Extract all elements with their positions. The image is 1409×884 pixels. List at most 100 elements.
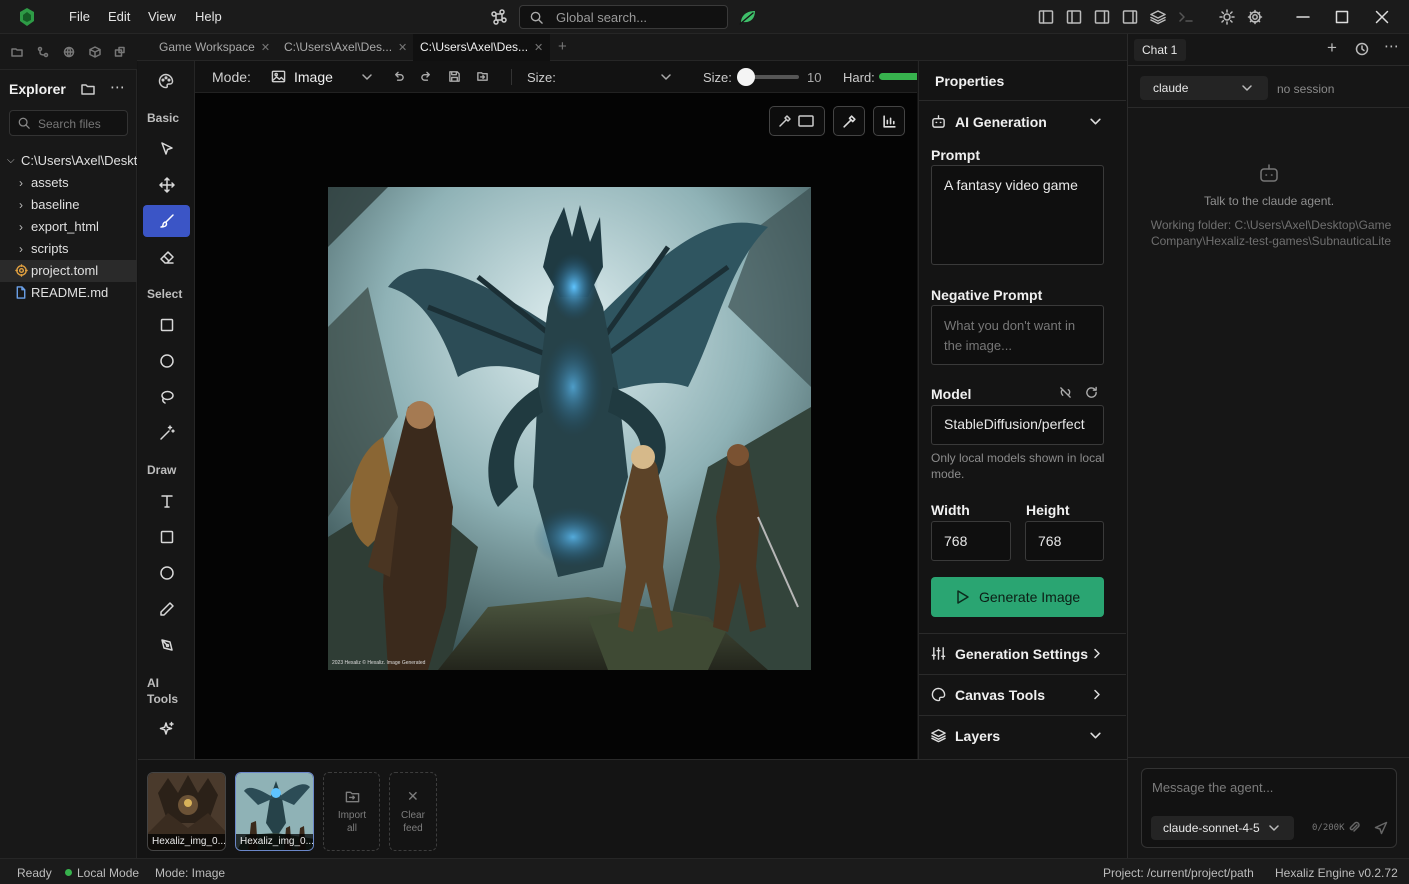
hardness-slider[interactable] [879, 73, 917, 80]
chevron-right-icon: › [19, 198, 23, 212]
tree-item-assets[interactable]: › assets [0, 172, 137, 194]
canvas-area[interactable]: 2023 Hexaliz © Hexaliz. Image Generated [195, 93, 917, 759]
package-icon[interactable] [89, 46, 101, 58]
agent-select[interactable]: claude [1140, 76, 1268, 100]
ellipse-tool[interactable] [143, 557, 190, 589]
width-input[interactable]: 768 [931, 521, 1011, 561]
toggle-properties-icon[interactable] [1122, 9, 1138, 25]
tab-game-workspace[interactable]: Game Workspace ✕ [159, 34, 270, 61]
model-select[interactable]: StableDiffusion/perfect [931, 405, 1104, 445]
magic-wand-tool[interactable] [143, 417, 190, 449]
close-tab-icon[interactable]: ✕ [261, 42, 270, 54]
globe-icon[interactable] [63, 46, 75, 58]
folder-icon[interactable] [11, 46, 23, 58]
refresh-icon[interactable] [1085, 386, 1098, 399]
ai-generation-header[interactable]: AI Generation [919, 101, 1126, 141]
eyedropper-icon[interactable] [778, 114, 792, 128]
rectangle-tool[interactable] [143, 521, 190, 553]
text-tool[interactable] [143, 485, 190, 517]
frame-icon[interactable] [798, 115, 814, 127]
status-dot-icon [65, 869, 72, 876]
close-tab-icon[interactable]: ✕ [398, 42, 407, 54]
canvas-tools-header[interactable]: Canvas Tools [919, 675, 1126, 715]
toggle-sidebar-icon[interactable] [1066, 9, 1082, 25]
save-icon[interactable] [448, 70, 461, 83]
chat-more-icon[interactable]: ⋯ [1384, 37, 1399, 55]
window-close-icon[interactable] [1375, 9, 1389, 25]
feed-item[interactable]: Hexaliz_img_0... [235, 772, 314, 851]
close-tab-icon[interactable]: ✕ [534, 42, 543, 54]
tree-item-export-html[interactable]: › export_html [0, 216, 137, 238]
offline-icon[interactable] [1059, 386, 1072, 399]
terminal-icon[interactable] [1178, 9, 1194, 25]
new-folder-icon[interactable] [81, 82, 95, 96]
ellipse-select-tool[interactable] [143, 345, 190, 377]
import-all-button[interactable]: Import all [323, 772, 380, 851]
move-tool[interactable] [143, 169, 190, 201]
attach-icon[interactable] [1348, 821, 1360, 833]
histogram-button[interactable] [873, 106, 905, 136]
export-icon[interactable] [476, 70, 489, 83]
explorer-more-icon[interactable]: ⋯ [110, 78, 125, 96]
rect-select-tool[interactable] [143, 309, 190, 341]
extensions-icon[interactable] [114, 46, 126, 58]
git-branch-icon[interactable] [37, 46, 49, 58]
chat-talk-text: Talk to the claude agent. [1203, 194, 1335, 208]
command-icon[interactable] [489, 8, 509, 26]
undo-icon[interactable] [392, 70, 405, 83]
generated-image[interactable]: 2023 Hexaliz © Hexaliz. Image Generated [328, 187, 811, 670]
ai-sparkle-tool[interactable] [143, 713, 190, 745]
menu-edit[interactable]: Edit [108, 0, 130, 34]
eraser-tool[interactable] [143, 241, 190, 273]
new-tab-icon[interactable]: + [558, 38, 567, 55]
theme-sun-icon[interactable] [1219, 9, 1235, 25]
color-picker-button[interactable] [833, 106, 865, 136]
mode-select[interactable]: Image [271, 66, 375, 88]
tree-root[interactable]: ⌵ C:\Users\Axel\Desktop [0, 150, 137, 172]
leaf-icon[interactable] [738, 8, 758, 26]
layers-icon[interactable] [1150, 9, 1166, 25]
global-search-input[interactable]: Global search... [519, 5, 728, 29]
slider-thumb[interactable] [737, 68, 755, 86]
generate-image-button[interactable]: Generate Image [931, 577, 1104, 617]
history-icon[interactable] [1355, 42, 1369, 56]
tree-item-readme[interactable]: README.md [0, 282, 137, 304]
menu-help[interactable]: Help [195, 0, 222, 34]
settings-gear-icon[interactable] [1247, 9, 1263, 25]
tree-item-baseline[interactable]: › baseline [0, 194, 137, 216]
session-status: no session [1277, 82, 1335, 96]
tab-file-1[interactable]: C:\Users\Axel\Des... ✕ [284, 34, 407, 61]
feed-item[interactable]: Hexaliz_img_0... [147, 772, 226, 851]
toggle-left-panel-icon[interactable] [1038, 9, 1054, 25]
menu-view[interactable]: View [148, 0, 176, 34]
brush-tool[interactable] [143, 205, 190, 237]
lasso-tool[interactable] [143, 381, 190, 413]
select-pointer-tool[interactable] [143, 133, 190, 165]
tree-item-project-toml[interactable]: project.toml [0, 260, 137, 282]
palette-icon[interactable] [158, 73, 174, 89]
window-minimize-icon[interactable] [1296, 9, 1310, 25]
send-icon[interactable] [1374, 821, 1388, 835]
toggle-right-panel-icon[interactable] [1094, 9, 1110, 25]
model-select[interactable]: claude-sonnet-4-5 [1151, 816, 1294, 840]
search-files-input[interactable]: Search files [9, 110, 128, 136]
tab-chat-1[interactable]: Chat 1 [1134, 39, 1186, 61]
status-local-mode[interactable]: Local Mode [77, 866, 139, 880]
generation-settings-header[interactable]: Generation Settings [919, 634, 1126, 674]
pen-tool[interactable] [143, 629, 190, 661]
brush-size-slider[interactable] [737, 68, 799, 86]
menu-file[interactable]: File [69, 0, 90, 34]
size-preset-dropdown-icon[interactable] [660, 71, 672, 83]
prompt-textarea[interactable]: A fantasy video game [931, 165, 1104, 265]
clear-feed-button[interactable]: ✕ Clear feed [389, 772, 437, 851]
redo-icon[interactable] [420, 70, 433, 83]
negative-prompt-textarea[interactable]: What you don't want in the image... [931, 305, 1104, 365]
new-chat-icon[interactable]: + [1327, 38, 1337, 58]
window-maximize-icon[interactable] [1335, 9, 1349, 25]
tree-item-scripts[interactable]: › scripts [0, 238, 137, 260]
tab-file-2[interactable]: C:\Users\Axel\Des... ✕ [413, 34, 551, 61]
layers-header[interactable]: Layers [919, 716, 1126, 756]
message-input[interactable]: Message the agent... claude-sonnet-4-5 0… [1141, 768, 1397, 848]
pencil-tool[interactable] [143, 593, 190, 625]
height-input[interactable]: 768 [1025, 521, 1104, 561]
